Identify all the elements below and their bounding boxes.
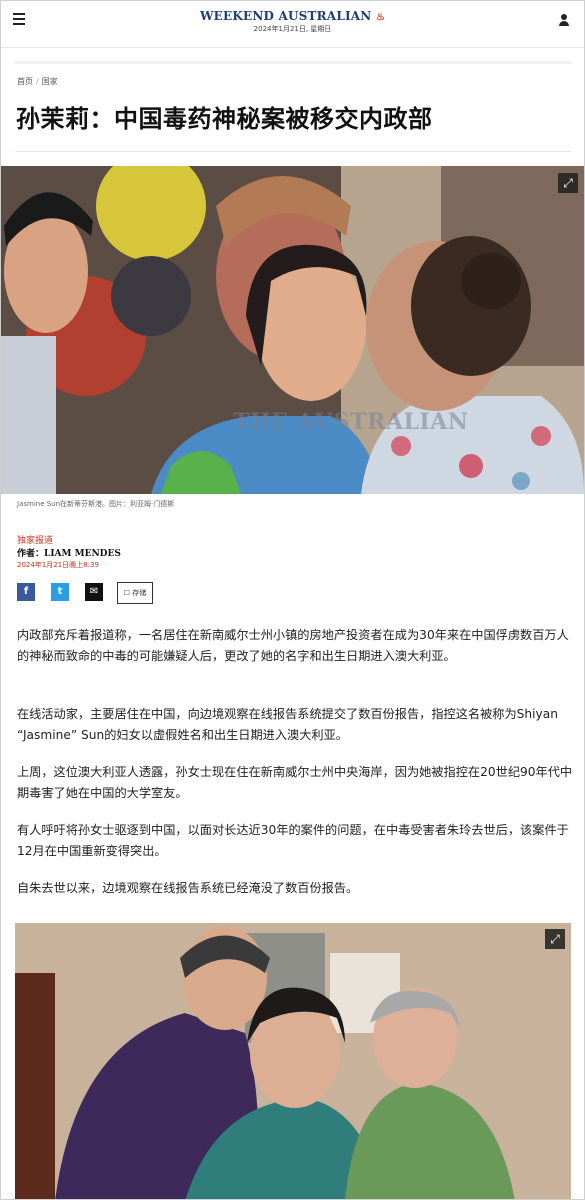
article-paragraph-4: 有人呼吁将孙女士驱逐到中国，以面对长达近30年的案件的问题，在中毒受害者朱玲去世… <box>17 823 569 858</box>
expand-icon[interactable]: ⤢ <box>558 173 578 193</box>
breadcrumb-home[interactable]: 首页 <box>17 77 33 86</box>
email-share-icon[interactable]: ✉ <box>85 583 103 601</box>
article-paragraph-5: 自朱去世以来，边境观察在线报告系统已经淹没了数百份报告。 <box>17 881 359 895</box>
site-logo[interactable]: WEEKEND AUSTRALIAN ♨ <box>1 9 584 23</box>
article-page: WEEKEND AUSTRALIAN ♨ 2024年1月21日, 星期日 首页 /… <box>0 0 585 1200</box>
breadcrumb: 首页 / 国家 <box>17 77 58 86</box>
article-paragraph-1: 内政部充斥着报道称，一名居住在新南威尔士州小镇的房地产投资者在成为30年来在中国… <box>17 628 569 663</box>
article-photo <box>15 923 571 1199</box>
hero-photo <box>1 166 584 494</box>
masthead[interactable]: WEEKEND AUSTRALIAN ♨ 2024年1月21日, 星期日 <box>1 9 584 34</box>
flame-icon: ♨ <box>375 12 386 23</box>
author-line: 作者：LIAM MENDES <box>17 546 121 559</box>
publish-time: 2024年1月21日晚上8:39 <box>17 561 99 569</box>
author-prefix: 作者： <box>17 549 45 559</box>
divider <box>15 61 571 64</box>
photo-caption: Jasmine Sun在新蒂芬斯港。图片：利亚姆·门德斯 <box>17 500 175 508</box>
breadcrumb-section[interactable]: 国家 <box>42 77 58 86</box>
save-button-label: 存储 <box>132 589 147 597</box>
divider <box>15 151 571 152</box>
top-bar: WEEKEND AUSTRALIAN ♨ 2024年1月21日, 星期日 <box>1 1 584 48</box>
article-paragraph-3: 上周，这位澳大利亚人透露，孙女士现在住在新南威尔士州中央海岸，因为她被指控在20… <box>17 765 573 800</box>
article-image: ⤢ <box>15 923 571 1199</box>
exclusive-tag[interactable]: 独家报道 <box>17 533 53 546</box>
article-paragraph-2: 在线活动家，主要居住在中国，向边境观察在线报告系统提交了数百份报告，指控这名被称… <box>17 707 558 742</box>
user-account-icon[interactable] <box>558 14 570 26</box>
facebook-share-icon[interactable]: f <box>17 583 35 601</box>
hero-image: ⤢ THE AUSTRALIAN <box>1 166 584 494</box>
expand-icon[interactable]: ⤢ <box>545 929 565 949</box>
twitter-share-icon[interactable]: t <box>51 583 69 601</box>
page-title: 孙茉莉：中国毒药神秘案被移交内政部 <box>16 105 433 133</box>
masthead-date: 2024年1月21日, 星期日 <box>253 25 332 33</box>
author-name[interactable]: LIAM MENDES <box>44 549 121 559</box>
save-button[interactable]: ☐ 存储 <box>117 582 153 604</box>
photo-watermark: THE AUSTRALIAN <box>233 409 469 435</box>
